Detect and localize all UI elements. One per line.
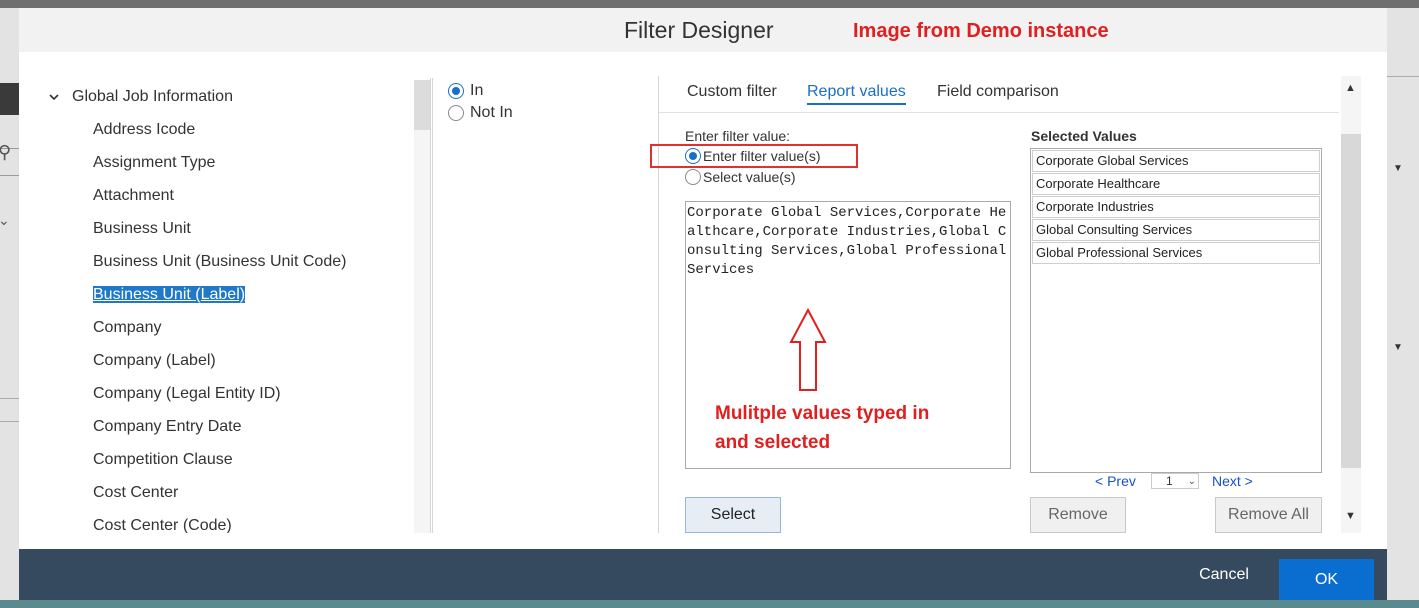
background-app-right: ▼ ▼ [1387, 8, 1419, 600]
annotation-up-arrow-icon [789, 308, 827, 391]
operator-in-label: In [470, 82, 484, 99]
operator-in-option[interactable]: In [448, 82, 483, 100]
select-values-radio[interactable] [685, 169, 701, 185]
enter-filter-values-label: Enter filter value(s) [703, 148, 821, 164]
ok-button[interactable]: OK [1279, 559, 1374, 600]
operator-not-in-option[interactable]: Not In [448, 104, 513, 122]
tree-item[interactable]: Competition Clause [93, 451, 233, 469]
list-item[interactable]: Global Professional Services [1032, 242, 1320, 264]
divider [1387, 76, 1419, 77]
page-select[interactable]: 1 ⌄ [1151, 473, 1199, 489]
caret-down-icon: ▼ [1393, 163, 1403, 174]
tree-item[interactable]: Company (Label) [93, 352, 216, 370]
tree-item[interactable]: Cost Center [93, 484, 178, 502]
background-toolbar-block [0, 83, 20, 115]
next-page-link[interactable]: Next > [1212, 473, 1253, 489]
tree-item[interactable]: Assignment Type [93, 154, 215, 172]
page-number: 1 [1166, 474, 1173, 488]
tree-item[interactable]: Business Unit [93, 220, 191, 238]
tree-item-selected[interactable]: Business Unit (Label) [93, 286, 246, 304]
list-item[interactable]: Corporate Global Services [1032, 150, 1320, 172]
tree-group-label: Global Job Information [72, 88, 233, 105]
tree-scrollbar[interactable] [414, 80, 431, 533]
enter-filter-values-option[interactable]: Enter filter value(s) [685, 148, 820, 164]
scroll-up-icon[interactable]: ▲ [1345, 82, 1356, 94]
remove-button[interactable]: Remove [1030, 497, 1126, 533]
field-tree: Global Job Information Address Icode Ass… [44, 78, 433, 533]
list-item[interactable]: Corporate Industries [1032, 196, 1320, 218]
operator-in-radio[interactable] [448, 83, 464, 99]
list-item[interactable]: Global Consulting Services [1032, 219, 1320, 241]
operator-not-in-radio[interactable] [448, 105, 464, 121]
chevron-down-icon: ⌄ [1187, 476, 1196, 487]
remove-all-button[interactable]: Remove All [1215, 497, 1322, 533]
tree-item[interactable]: Address Icode [93, 121, 195, 139]
tree-scrollbar-thumb[interactable] [414, 80, 431, 130]
annotation-line-1: Mulitple values typed in [715, 403, 930, 424]
operator-not-in-label: Not In [470, 104, 513, 121]
tab-field-comparison[interactable]: Field comparison [937, 83, 1059, 101]
select-values-label: Select value(s) [703, 169, 796, 185]
tree-group-global-job-information[interactable]: Global Job Information [48, 88, 233, 106]
annotation-demo-instance: Image from Demo instance [853, 20, 1109, 42]
tree-item[interactable]: Cost Center (Code) [93, 517, 232, 533]
tree-item[interactable]: Company [93, 319, 161, 337]
list-item[interactable]: Corporate Healthcare [1032, 173, 1320, 195]
tree-item[interactable]: Company (Legal Entity ID) [93, 385, 281, 403]
tabs-divider [659, 112, 1339, 113]
panel-scrollbar[interactable]: ▲ ▼ [1341, 76, 1361, 533]
filter-value-label: Enter filter value: [685, 128, 791, 144]
search-icon: ⚲ [0, 142, 12, 162]
selected-values-label: Selected Values [1031, 128, 1137, 144]
dialog-footer: Cancel OK [19, 549, 1387, 600]
select-button[interactable]: Select [685, 497, 781, 533]
dialog-title: Filter Designer [624, 17, 774, 43]
tab-custom-filter[interactable]: Custom filter [687, 83, 777, 101]
dialog-header: Filter Designer Image from Demo instance [19, 8, 1387, 52]
tree-item[interactable]: Business Unit (Business Unit Code) [93, 253, 346, 271]
filter-value-panel: Custom filter Report values Field compar… [650, 76, 1362, 533]
prev-page-link[interactable]: < Prev [1095, 473, 1136, 489]
background-app-left: ⚲ ⌄ [0, 8, 20, 600]
annotation-multiple-values: Mulitple values typed in and selected [715, 399, 929, 457]
selected-values-list[interactable]: Corporate Global Services Corporate Heal… [1030, 148, 1322, 473]
select-values-option[interactable]: Select value(s) [685, 169, 796, 185]
background-field [0, 398, 20, 422]
enter-filter-values-radio[interactable] [685, 148, 701, 164]
caret-down-icon: ▼ [1393, 342, 1403, 353]
filter-designer-dialog: Filter Designer Image from Demo instance… [19, 8, 1387, 549]
tab-report-values[interactable]: Report values [807, 83, 906, 105]
tree-item[interactable]: Company Entry Date [93, 418, 242, 436]
divider [430, 78, 431, 533]
scroll-down-icon[interactable]: ▼ [1345, 510, 1356, 522]
chevron-down-icon[interactable] [48, 91, 60, 103]
cancel-button[interactable]: Cancel [1179, 549, 1269, 600]
annotation-line-2: and selected [715, 432, 831, 453]
chevron-down-icon: ⌄ [0, 212, 10, 228]
tree-item[interactable]: Attachment [93, 187, 174, 205]
background-bottom-strip [0, 600, 1419, 608]
panel-scrollbar-thumb[interactable] [1341, 134, 1361, 468]
